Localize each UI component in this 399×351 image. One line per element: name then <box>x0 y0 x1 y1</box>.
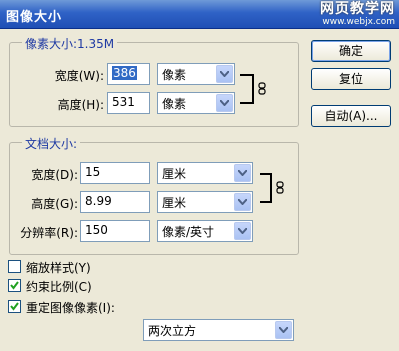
watermark: 网页教学网 www.webjx.com <box>320 2 395 27</box>
checkmark-icon <box>10 302 19 311</box>
link-chain-icon <box>258 82 266 95</box>
pixel-width-input[interactable]: 386 <box>107 63 150 85</box>
doc-width-input[interactable]: 15 <box>80 162 150 184</box>
dropdown-arrow-icon <box>234 222 251 240</box>
dropdown-arrow-icon <box>234 164 251 182</box>
dropdown-arrow-icon <box>216 65 233 83</box>
link-chain-icon <box>276 181 284 194</box>
pixel-height-unit-select[interactable]: 像素 <box>157 92 235 114</box>
checkmark-icon <box>10 281 19 290</box>
scale-styles-checkbox[interactable] <box>8 260 21 273</box>
doc-height-input[interactable]: 8.99 <box>80 191 150 213</box>
title-bar: 图像大小 网页教学网 www.webjx.com <box>0 0 399 29</box>
dropdown-arrow-icon <box>234 193 251 211</box>
pixel-dimensions-legend: 像素大小:1.35M <box>22 35 118 52</box>
resample-checkbox[interactable] <box>8 300 21 313</box>
resample-method-value: 两次立方 <box>148 324 197 338</box>
scale-styles-label: 缩放样式(Y) <box>26 261 91 275</box>
window-title: 图像大小 <box>6 10 63 25</box>
watermark-url: www.webjx.com <box>322 17 395 27</box>
constrain-label: 约束比例(C) <box>26 280 92 294</box>
resample-method-select[interactable]: 两次立方 <box>143 319 294 341</box>
doc-width-unit-value: 厘米 <box>162 167 187 181</box>
resolution-unit-select[interactable]: 像素/英寸 <box>157 220 253 242</box>
pixel-width-value: 386 <box>112 66 137 80</box>
resolution-unit-value: 像素/英寸 <box>162 225 215 239</box>
dropdown-arrow-icon <box>275 321 292 339</box>
pixel-height-unit-value: 像素 <box>162 97 187 111</box>
constrain-bracket <box>240 74 254 104</box>
pixel-dimensions-group <box>9 42 299 127</box>
doc-height-label: 高度(G): <box>31 197 78 211</box>
dropdown-arrow-icon <box>216 94 233 112</box>
reset-button[interactable]: 复位 <box>311 68 391 90</box>
pixel-height-input[interactable]: 531 <box>107 92 150 114</box>
pixel-width-label: 宽度(W): <box>54 69 104 83</box>
constrain-bracket <box>260 173 272 203</box>
ok-button[interactable]: 确定 <box>311 40 391 62</box>
document-size-legend: 文档大小: <box>22 135 81 152</box>
doc-height-unit-value: 厘米 <box>162 196 187 210</box>
resample-label: 重定图像像素(I): <box>26 301 115 315</box>
resolution-label: 分辨率(R): <box>20 226 78 240</box>
dialog-body: 像素大小:1.35M 宽度(W): 386 像素 高度(H): 531 像素 文… <box>0 29 399 351</box>
pixel-height-label: 高度(H): <box>57 98 104 112</box>
auto-button[interactable]: 自动(A)... <box>311 105 391 127</box>
doc-height-unit-select[interactable]: 厘米 <box>157 191 253 213</box>
constrain-checkbox[interactable] <box>8 279 21 292</box>
watermark-text: 网页教学网 <box>320 1 395 17</box>
resolution-input[interactable]: 150 <box>80 220 150 242</box>
doc-width-label: 宽度(D): <box>31 168 78 182</box>
pixel-width-unit-select[interactable]: 像素 <box>157 63 235 85</box>
doc-width-unit-select[interactable]: 厘米 <box>157 162 253 184</box>
pixel-width-unit-value: 像素 <box>162 68 187 82</box>
